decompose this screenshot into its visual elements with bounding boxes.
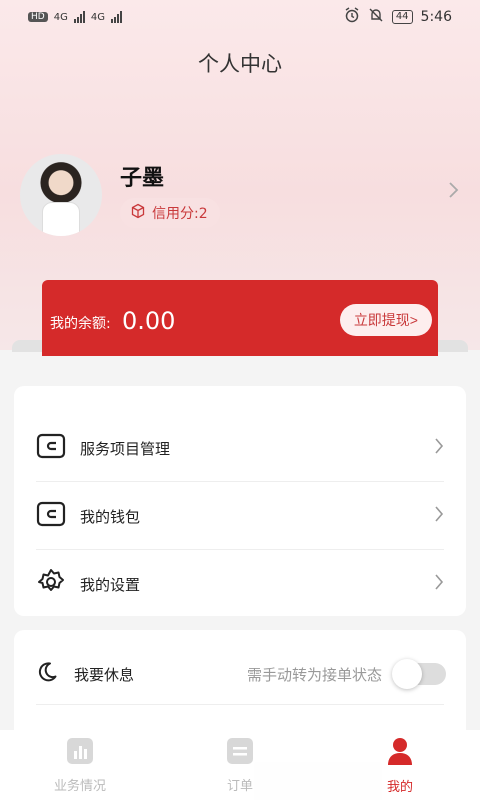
hd-badge: HD bbox=[28, 12, 48, 22]
menu-item-wallet[interactable]: 我的钱包 bbox=[36, 482, 444, 550]
gear-icon bbox=[36, 567, 66, 601]
chevron-right-icon bbox=[434, 573, 444, 595]
chevron-right-icon bbox=[434, 505, 444, 527]
avatar[interactable] bbox=[20, 154, 102, 236]
username: 子墨 bbox=[120, 166, 165, 191]
tab-bar: 业务情况 订单 我的 bbox=[0, 730, 480, 800]
toggle-knob bbox=[392, 659, 422, 689]
alarm-icon bbox=[344, 7, 360, 27]
signal-icon bbox=[73, 11, 85, 23]
status-bar-right: 44 5:46 bbox=[344, 7, 452, 27]
chart-icon bbox=[66, 737, 94, 769]
rest-label: 我要休息 bbox=[74, 665, 135, 684]
menu-card: 服务项目管理 我的钱包 我的设置 bbox=[14, 386, 466, 616]
menu-item-label: 服务项目管理 bbox=[80, 439, 171, 458]
rest-hint: 需手动转为接单状态 bbox=[246, 665, 382, 684]
wallet-icon bbox=[36, 432, 66, 464]
network-label-1: 4G bbox=[53, 11, 68, 23]
tab-label: 我的 bbox=[386, 779, 413, 795]
balance-value: 0.00 bbox=[122, 307, 176, 335]
clock: 5:46 bbox=[420, 9, 452, 25]
chevron-right-icon[interactable] bbox=[448, 180, 460, 204]
menu-item-label: 我的设置 bbox=[80, 575, 141, 594]
tab-business[interactable]: 业务情况 bbox=[0, 730, 160, 800]
credit-badge: 信用分:2 bbox=[120, 198, 220, 228]
signal-icon bbox=[110, 11, 122, 23]
battery-icon: 44 bbox=[391, 10, 413, 24]
status-bar-left: HD 4G 4G bbox=[28, 11, 122, 23]
network-label-2: 4G bbox=[90, 11, 105, 23]
mute-icon bbox=[368, 7, 384, 27]
rest-row: 我要休息 需手动转为接单状态 bbox=[36, 652, 446, 696]
cube-icon bbox=[130, 203, 146, 223]
tab-label: 业务情况 bbox=[53, 778, 106, 794]
rest-toggle[interactable] bbox=[392, 659, 446, 689]
tab-orders[interactable]: 订单 bbox=[160, 730, 320, 800]
page-title: 个人中心 bbox=[198, 52, 282, 76]
menu-item-label: 我的钱包 bbox=[80, 507, 141, 526]
tab-label: 订单 bbox=[226, 778, 253, 794]
order-icon bbox=[226, 737, 254, 769]
profile-section[interactable]: 子墨 信用分:2 bbox=[20, 152, 460, 236]
menu-item-service-management[interactable]: 服务项目管理 bbox=[36, 414, 444, 482]
divider bbox=[36, 704, 444, 705]
moon-icon bbox=[36, 661, 58, 687]
wallet-icon bbox=[36, 500, 66, 532]
withdraw-button[interactable]: 立即提现> bbox=[339, 304, 432, 336]
menu-item-settings[interactable]: 我的设置 bbox=[36, 550, 444, 618]
tab-mine[interactable]: 我的 bbox=[320, 730, 480, 800]
balance-label: 我的余额: bbox=[50, 316, 111, 332]
credit-label: 信用分:2 bbox=[152, 206, 208, 222]
balance-card: 我的余额: 0.00 立即提现> bbox=[42, 280, 438, 356]
status-bar: HD 4G 4G 44 5:46 bbox=[0, 0, 480, 34]
chevron-right-icon bbox=[434, 437, 444, 459]
user-icon bbox=[385, 736, 415, 770]
